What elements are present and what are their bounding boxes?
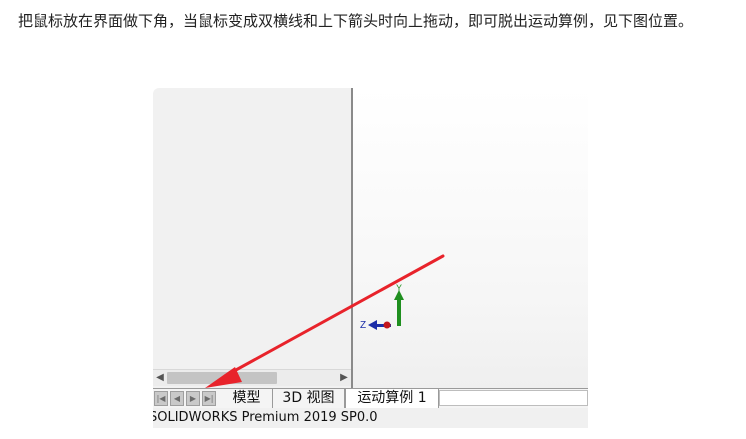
article-paragraph: 把鼠标放在界面做下角，当鼠标变成双横线和上下箭头时向上拖动，即可脱出运动算例，见…	[18, 12, 694, 30]
triad-x-axis	[383, 321, 391, 329]
screenshot-overlay: Y Z	[205, 254, 445, 388]
triad-z-label: Z	[360, 320, 366, 331]
triad-y-label: Y	[396, 283, 402, 293]
solidworks-screenshot: ◀ ▶ |◀ ◀ ▶ ▶| 模型 3D 视图 运动算例 1 SOLIDWORKS…	[153, 88, 588, 428]
triad-y-axis: Y	[394, 283, 404, 326]
annotation-arrow-icon	[205, 254, 445, 388]
